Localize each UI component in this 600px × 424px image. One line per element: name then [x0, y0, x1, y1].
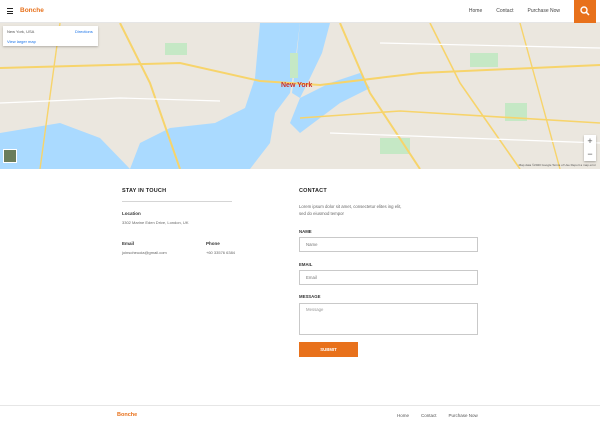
zoom-out-button[interactable]: −	[584, 148, 596, 161]
email-info-label: Email	[122, 241, 135, 246]
stay-in-touch-heading: STAY IN TOUCH	[122, 188, 167, 194]
phone-label: Phone	[206, 241, 220, 246]
map-type-toggle[interactable]	[3, 149, 17, 163]
menu-icon[interactable]	[7, 8, 13, 14]
email-label: EMAIL	[299, 262, 313, 267]
nav-home[interactable]: Home	[469, 8, 482, 14]
footer-brand[interactable]: Bonche	[117, 412, 137, 418]
map-info-card: New York, USA View larger map Directions	[3, 26, 98, 46]
map-city-label: New York	[281, 82, 313, 89]
name-label: NAME	[299, 229, 312, 234]
footer: Bonche Home Contact Purchase Now	[0, 405, 600, 424]
stay-divider	[122, 201, 232, 202]
brand-logo[interactable]: Bonche	[20, 7, 44, 14]
search-button[interactable]	[574, 0, 596, 23]
map-zoom-control: + −	[584, 135, 596, 161]
search-icon	[580, 6, 590, 16]
directions-link[interactable]: Directions	[75, 29, 93, 34]
contact-section: STAY IN TOUCH Location 3302 Marine Eden …	[0, 169, 600, 405]
name-input[interactable]	[299, 237, 478, 252]
message-label: MESSAGE	[299, 294, 321, 299]
footer-nav-home[interactable]: Home	[397, 413, 409, 418]
map-card-address: New York, USA	[7, 29, 35, 34]
phone-value[interactable]: +60 33576 6384	[206, 250, 235, 255]
footer-nav: Home Contact Purchase Now	[397, 413, 478, 418]
contact-heading: CONTACT	[299, 188, 327, 194]
top-navbar: Bonche Home Contact Purchase Now	[0, 0, 600, 23]
location-label: Location	[122, 211, 141, 216]
top-nav: Home Contact Purchase Now	[469, 8, 560, 14]
view-larger-map-link[interactable]: View larger map	[7, 39, 36, 44]
footer-nav-contact[interactable]: Contact	[421, 413, 437, 418]
embedded-map[interactable]: New York, USA View larger map Directions…	[0, 23, 600, 169]
nav-purchase-now[interactable]: Purchase Now	[527, 8, 560, 14]
message-textarea[interactable]: Message	[299, 303, 478, 335]
nav-contact[interactable]: Contact	[496, 8, 513, 14]
contact-description: Lorem ipsum dolor sit amet, consectetur …	[299, 204, 402, 216]
email-input[interactable]	[299, 270, 478, 285]
zoom-in-button[interactable]: +	[584, 135, 596, 148]
email-info-value[interactable]: joinsoheuoia@gmail.com	[122, 250, 167, 255]
footer-nav-purchase-now[interactable]: Purchase Now	[449, 413, 478, 418]
submit-button[interactable]: SUBMIT	[299, 342, 358, 357]
location-value: 3302 Marine Eden Drive, London, UK	[122, 220, 189, 225]
map-attribution: Map data ©2020 Google Terms of Use Repor…	[518, 163, 596, 167]
